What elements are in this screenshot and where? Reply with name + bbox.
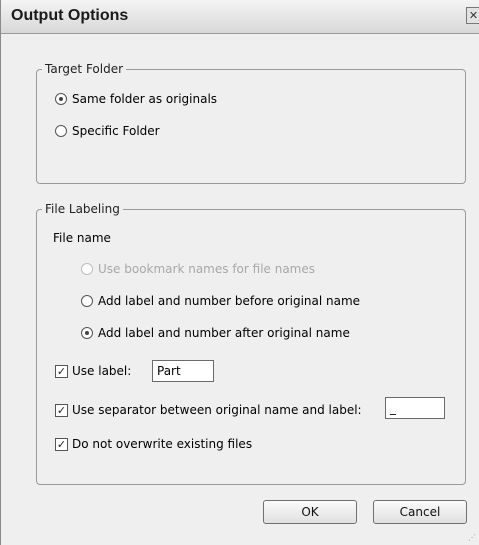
radio-bookmark-names-label: Use bookmark names for file names [98,262,316,276]
dialog-title: Output Options [11,7,129,24]
radio-button-icon[interactable] [55,125,67,137]
file-name-heading: File name [53,231,111,245]
output-options-dialog: Output Options ✕ Target Folder Same fold… [0,0,479,545]
radio-button-icon[interactable] [81,295,93,307]
target-folder-legend: Target Folder [45,62,124,76]
checkmark-icon[interactable]: ✓ [55,364,68,378]
use-separator-checkbox[interactable]: ✓ Use separator between original name an… [55,403,362,417]
use-label-checkbox[interactable]: ✓ Use label: [55,364,131,378]
radio-same-folder[interactable]: Same folder as originals [55,92,217,106]
radio-specific-folder[interactable]: Specific Folder [55,124,160,138]
close-icon[interactable]: ✕ [466,7,479,24]
resize-grip-icon[interactable]: ⋰ [468,533,476,542]
radio-bookmark-names: Use bookmark names for file names [81,262,315,276]
label-input[interactable]: Part [152,360,214,382]
checkmark-icon[interactable]: ✓ [55,403,68,417]
ok-button[interactable]: OK [263,500,357,524]
no-overwrite-checkbox[interactable]: ✓ Do not overwrite existing files [55,437,252,451]
radio-button-icon[interactable] [81,327,93,339]
radio-label-after-label: Add label and number after original name [98,326,350,340]
use-separator-text: Use separator between original name and … [72,403,362,417]
checkmark-icon[interactable]: ✓ [55,437,68,451]
radio-label-before-label: Add label and number before original nam… [98,294,361,308]
radio-button-icon[interactable] [55,93,67,105]
target-folder-group: Target Folder [36,62,466,184]
title-bar[interactable]: Output Options ✕ [1,0,479,34]
radio-button-icon [81,263,93,275]
radio-same-folder-label: Same folder as originals [72,92,218,106]
use-label-text: Use label: [72,364,132,378]
radio-specific-folder-label: Specific Folder [72,124,160,138]
cancel-button[interactable]: Cancel [373,500,467,524]
radio-label-before[interactable]: Add label and number before original nam… [81,294,360,308]
file-labeling-legend: File Labeling [45,202,120,216]
no-overwrite-text: Do not overwrite existing files [72,437,253,451]
radio-label-after[interactable]: Add label and number after original name [81,326,350,340]
separator-input[interactable]: _ [385,397,445,419]
